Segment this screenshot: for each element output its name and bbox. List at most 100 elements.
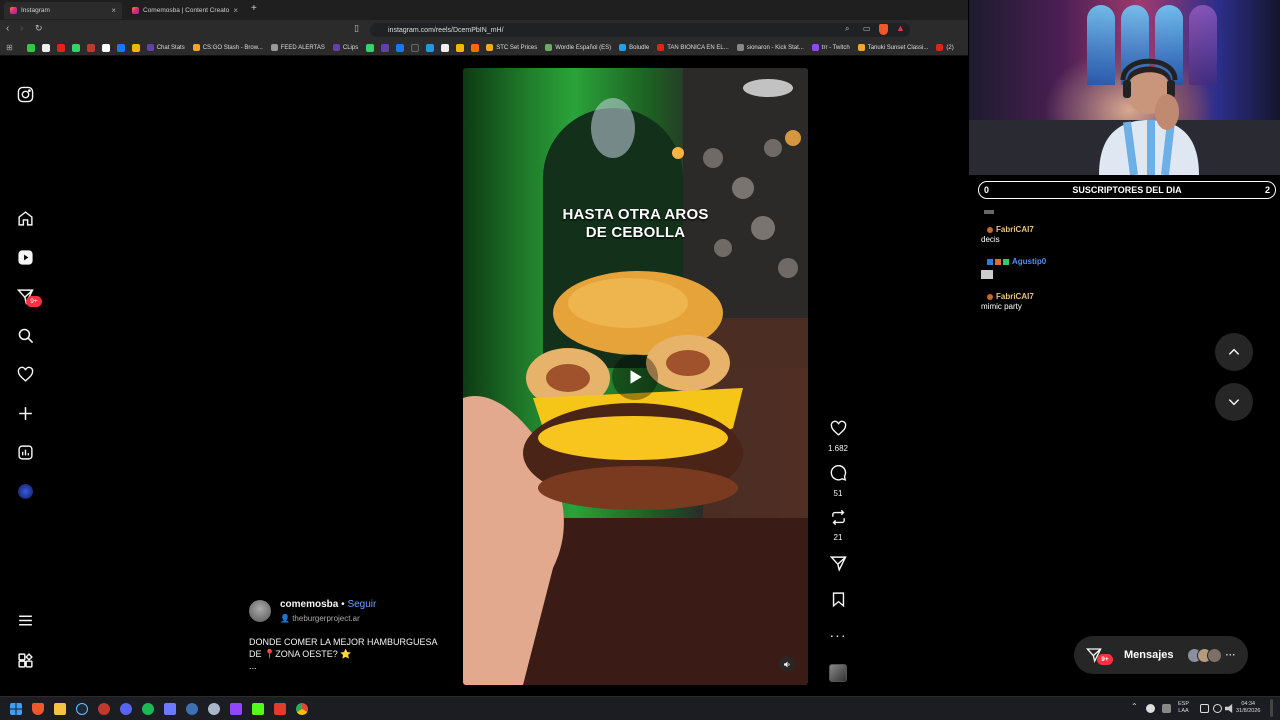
bookmark-boludle[interactable]: Boludle	[619, 44, 649, 51]
bookmark-chat-stats[interactable]: Chat Stats	[146, 44, 185, 51]
url-field[interactable]: instagram.com/reels/DcemPbIN_mH/	[370, 23, 910, 37]
reload-icon[interactable]: ↻	[35, 23, 43, 34]
bookmark-favicon-icon[interactable]	[86, 43, 95, 52]
file-explorer-icon[interactable]	[54, 703, 66, 715]
app-icon[interactable]	[164, 703, 176, 715]
bookmark-stc-set-prices[interactable]: STC Set Prices	[486, 44, 537, 51]
bookmark-tan-bionica[interactable]: TAN BIONICA EN EL...	[657, 44, 729, 51]
instagram-logo-icon[interactable]	[15, 84, 35, 104]
windows-start-icon[interactable]	[10, 703, 22, 715]
tray-icon[interactable]	[1146, 704, 1155, 713]
youtube-icon[interactable]	[56, 43, 65, 52]
bookmark-youtube[interactable]: (2)	[936, 44, 954, 51]
brave-browser-icon[interactable]	[32, 703, 44, 715]
bookmark-favicon-icon[interactable]	[441, 43, 450, 52]
home-icon[interactable]	[15, 208, 35, 228]
bookmark-icon[interactable]: ▯	[354, 23, 359, 34]
tab-instagram[interactable]: Instagram ×	[4, 2, 122, 19]
app-icon[interactable]	[274, 703, 286, 715]
clock[interactable]: 04:34 31/8/2026	[1236, 701, 1260, 715]
cast-icon[interactable]: ▭	[863, 24, 871, 33]
follow-button[interactable]: Seguir	[347, 599, 376, 610]
previous-reel-button[interactable]	[1215, 333, 1253, 371]
tab-comemosba[interactable]: Comemosba | Content Creator | ×	[126, 2, 244, 19]
wifi-icon[interactable]	[1213, 704, 1222, 713]
forward-icon[interactable]: ›	[20, 23, 23, 34]
kick-icon[interactable]	[252, 703, 264, 715]
audio-thumbnail[interactable]	[826, 664, 850, 687]
share-icon[interactable]	[829, 555, 847, 572]
tray-icon[interactable]	[1162, 704, 1171, 713]
save-action[interactable]	[826, 591, 850, 613]
brave-shield-icon[interactable]	[879, 24, 888, 35]
bookmark-csgo-stash[interactable]: CS:GO Stash - Brow...	[192, 44, 263, 51]
close-tab-icon[interactable]: ×	[233, 6, 238, 15]
share-action[interactable]	[826, 555, 850, 577]
chrome-icon[interactable]	[296, 703, 308, 715]
reel-video[interactable]: HASTA OTRA AROS DE CEBOLLA	[463, 68, 808, 685]
messages-button[interactable]: 9+ Mensajes ···	[1074, 636, 1248, 674]
audio-line[interactable]: 👤 theburgerproject.ar	[280, 614, 360, 623]
bookmark-tanuki[interactable]: Tanuki Sunset Classi...	[857, 44, 928, 51]
comment-action[interactable]: 51	[826, 464, 850, 498]
dashboard-icon[interactable]	[15, 442, 35, 462]
bookmark-feed-alertas[interactable]: FEED ALERTAS	[270, 44, 325, 51]
bookmark-favicon-icon[interactable]	[396, 43, 405, 52]
bookmark-favicon-icon[interactable]	[381, 43, 390, 52]
more-options-action[interactable]: ···	[826, 627, 850, 645]
monitor-icon[interactable]	[1200, 704, 1209, 713]
tray-chevron-icon[interactable]: ⌃	[1131, 703, 1138, 711]
author-avatar[interactable]	[249, 600, 271, 622]
bookmark-favicon-icon[interactable]	[456, 43, 465, 52]
app-icon[interactable]	[98, 703, 110, 715]
audio-thumbnail-icon[interactable]	[829, 664, 847, 682]
volume-icon[interactable]	[1225, 704, 1233, 713]
app-icon[interactable]	[186, 703, 198, 715]
back-icon[interactable]: ‹	[6, 23, 9, 34]
comment-icon[interactable]	[830, 464, 847, 482]
menu-icon[interactable]	[15, 610, 35, 630]
close-tab-icon[interactable]: ×	[111, 6, 116, 15]
bookmark-favicon-icon[interactable]	[41, 43, 50, 52]
bookmark-favicon-icon[interactable]	[366, 43, 375, 52]
new-tab-button[interactable]: +	[251, 3, 257, 14]
more-apps-icon[interactable]	[15, 650, 35, 670]
mute-button[interactable]	[779, 656, 795, 672]
bookmark-favicon-icon[interactable]	[71, 43, 80, 52]
bookmark-favicon-icon[interactable]	[26, 43, 35, 52]
bookmark-favicon-icon[interactable]	[116, 43, 125, 52]
bookmark-favicon-icon[interactable]	[101, 43, 110, 52]
bookmark-wordle[interactable]: Wordle Español (ES)	[545, 44, 611, 51]
bookmark-favicon-icon[interactable]	[471, 43, 480, 52]
create-plus-icon[interactable]	[15, 403, 35, 423]
spotify-icon[interactable]	[142, 703, 154, 715]
bookmark-favicon-icon[interactable]	[426, 43, 435, 52]
bookmark-favicon-icon[interactable]	[411, 43, 420, 52]
bookmark-kick-stats[interactable]: sionaron - Kick Stat...	[736, 44, 804, 51]
more-link[interactable]: ...	[249, 660, 449, 672]
bookmark-icon[interactable]	[830, 591, 847, 608]
repost-icon[interactable]	[830, 509, 847, 526]
app-icon[interactable]	[208, 703, 220, 715]
heart-icon[interactable]	[15, 364, 35, 384]
apps-grid-icon[interactable]: ⊞	[6, 43, 13, 52]
discord-icon[interactable]	[120, 703, 132, 715]
bookmark-twitch[interactable]: trr - Twitch	[811, 44, 850, 51]
heart-icon[interactable]	[830, 420, 847, 437]
language-indicator[interactable]: ESP LAA	[1178, 701, 1189, 715]
show-desktop-button[interactable]	[1270, 699, 1273, 717]
bookmark-favicon-icon[interactable]	[131, 43, 140, 52]
app-icon[interactable]	[230, 703, 242, 715]
profile-avatar[interactable]	[15, 481, 35, 501]
brave-rewards-icon[interactable]: ▲	[896, 23, 905, 33]
more-dots-icon[interactable]: ···	[830, 627, 847, 643]
search-icon[interactable]	[15, 325, 35, 345]
zoom-icon[interactable]: ⌕	[845, 24, 849, 34]
bookmark-clips[interactable]: CLips	[332, 44, 358, 51]
author-username[interactable]: comemosba	[280, 599, 338, 610]
next-reel-button[interactable]	[1215, 383, 1253, 421]
reels-icon[interactable]	[15, 247, 35, 267]
steam-icon[interactable]	[76, 703, 88, 715]
play-button[interactable]	[612, 354, 658, 400]
repost-action[interactable]: 21	[826, 509, 850, 542]
